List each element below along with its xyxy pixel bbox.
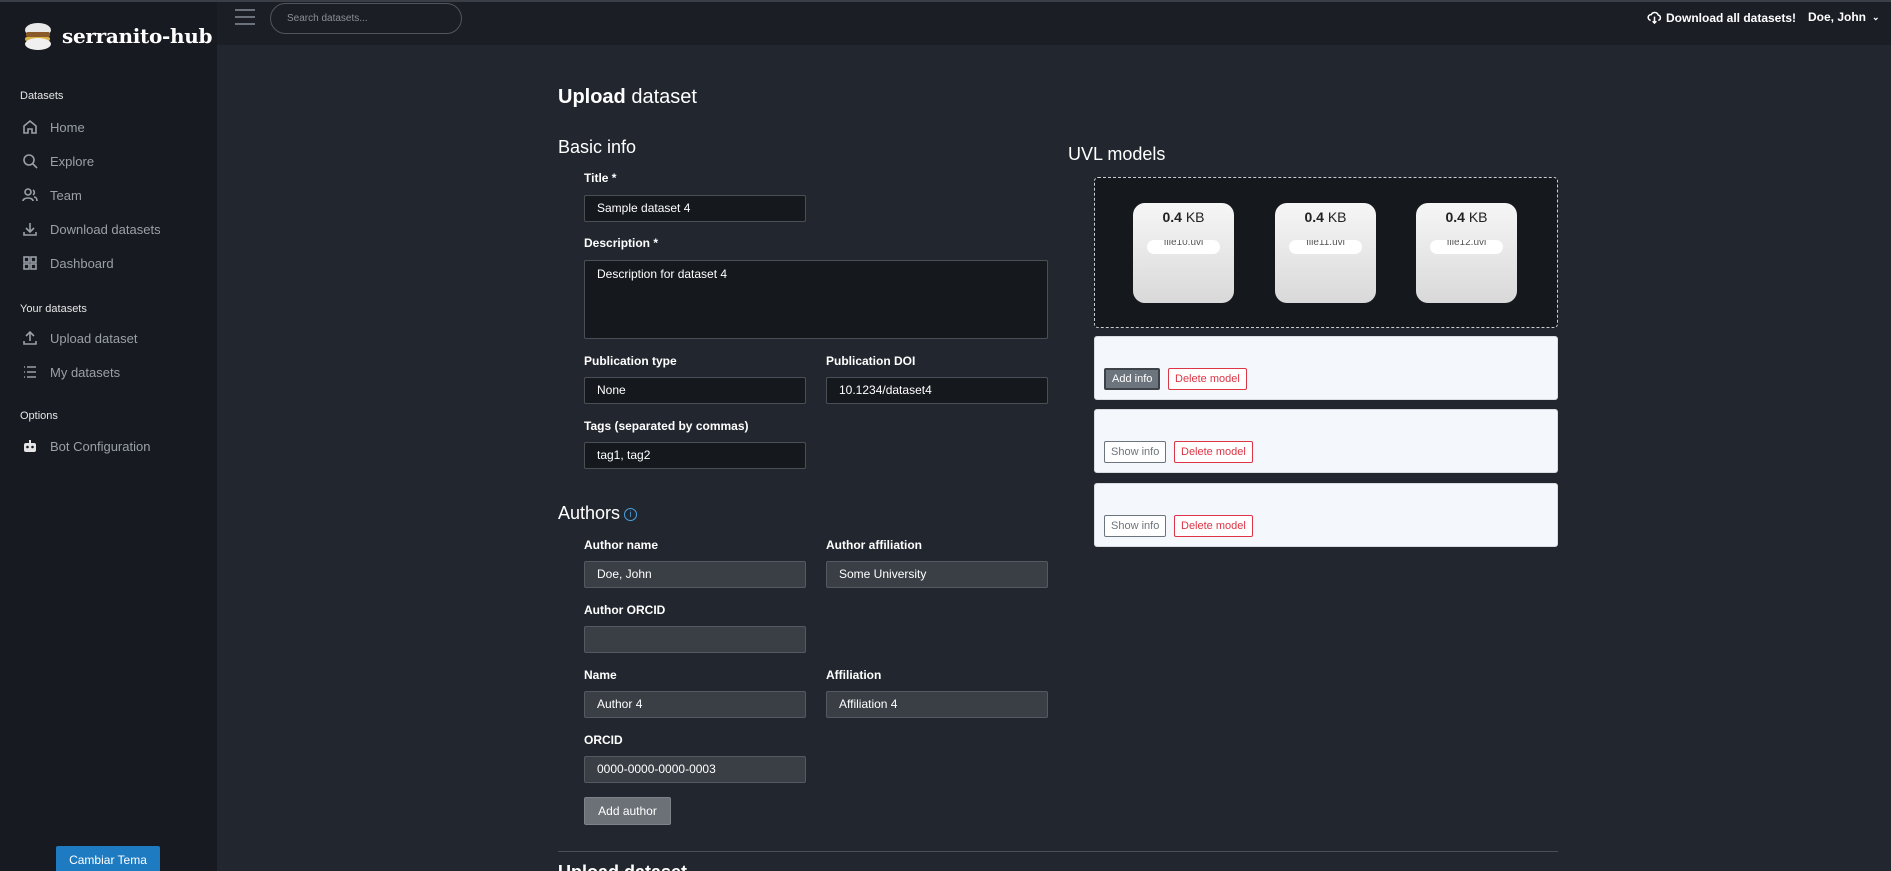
cloud-download-icon (1647, 11, 1662, 25)
download-all-label: Download all datasets! (1666, 10, 1797, 25)
sidebar-item-explore[interactable]: Explore (22, 153, 94, 169)
orcid-label: ORCID (584, 733, 623, 747)
show-info-button[interactable]: Show info (1104, 441, 1167, 463)
description-textarea[interactable]: Description for dataset 4 (584, 260, 1048, 339)
file-preview-card: 0.4 KB file11.uvl (1275, 203, 1376, 303)
search-input[interactable] (270, 3, 462, 34)
name-label: Name (584, 668, 617, 682)
model-name: file10.uvl (1104, 345, 1156, 360)
model-row: file11.uvl Show info Delete model (1094, 409, 1558, 473)
sidebar: serranito-hub Datasets Home Explore Team… (0, 0, 217, 871)
info-icon[interactable]: i (624, 507, 638, 521)
affiliation-label: Affiliation (826, 668, 882, 682)
theme-toggle-button[interactable]: Cambiar Tema (56, 846, 160, 871)
sidebar-item-team[interactable]: Team (22, 187, 82, 203)
section-divider (558, 851, 1558, 852)
publication-doi-label: Publication DOI (826, 354, 916, 368)
download-icon (23, 223, 37, 236)
author-affiliation-label: Author affiliation (826, 538, 922, 552)
sidebar-item-dashboard[interactable]: Dashboard (22, 255, 114, 271)
author-name-label: Author name (584, 538, 659, 552)
upload-icon (23, 330, 37, 345)
delete-model-button[interactable]: Delete model (1174, 515, 1253, 537)
sidebar-item-bot-configuration[interactable]: Bot Configuration (22, 438, 150, 454)
sidebar-item-label: Dashboard (50, 255, 114, 271)
show-info-button[interactable]: Show info (1104, 515, 1167, 537)
tags-input[interactable]: tag1, tag2 (584, 442, 806, 469)
uvl-dropzone[interactable]: 0.4 KB file10.uvl 0.4 KB file11.uvl 0.4 … (1094, 177, 1558, 328)
description-label: Description * (584, 236, 659, 250)
add-author-button[interactable]: Add author (584, 797, 671, 825)
grid-icon (23, 256, 37, 270)
sidebar-item-label: Explore (50, 153, 95, 169)
model-name: file12.uvl (1104, 492, 1156, 507)
affiliation-input[interactable]: Affiliation 4 (826, 691, 1048, 718)
search-icon (23, 154, 38, 169)
sidebar-item-my-datasets[interactable]: My datasets (22, 364, 120, 380)
topbar: Download all datasets! Doe, John ⌄ (217, 0, 1891, 45)
author-affiliation-input[interactable]: Some University (826, 561, 1048, 588)
file-size: 0.4 KB (1162, 209, 1205, 225)
sidebar-section-options: Options (20, 410, 58, 422)
sidebar-item-upload-dataset[interactable]: Upload dataset (22, 330, 137, 346)
file-size: 0.4 KB (1304, 209, 1347, 225)
sidebar-item-label: Home (50, 119, 85, 135)
sidebar-item-download-datasets[interactable]: Download datasets (22, 221, 161, 237)
list-icon (24, 366, 36, 378)
delete-model-button[interactable]: Delete model (1168, 368, 1247, 390)
chevron-down-icon: ⌄ (1872, 11, 1880, 22)
title-input[interactable]: Sample dataset 4 (584, 195, 806, 222)
sidebar-section-your-datasets: Your datasets (20, 303, 87, 315)
brand-name: serranito-hub (62, 24, 213, 48)
publication-doi-input[interactable]: 10.1234/dataset4 (826, 377, 1048, 404)
authors-heading: Authors i (558, 503, 638, 524)
sidebar-item-label: Bot Configuration (50, 438, 151, 454)
sidebar-item-label: Team (50, 187, 82, 203)
author-orcid-input[interactable] (584, 626, 806, 653)
download-all-link[interactable]: Download all datasets! (1647, 10, 1796, 25)
publication-type-select[interactable]: None (584, 377, 806, 404)
sidebar-item-label: Upload dataset (50, 330, 138, 346)
page-title: Upload dataset (558, 86, 697, 108)
name-input[interactable]: Author 4 (584, 691, 806, 718)
model-name: file11.uvl (1104, 418, 1155, 433)
add-info-button[interactable]: Add info (1104, 368, 1161, 390)
home-icon (23, 119, 37, 134)
publication-type-label: Publication type (584, 354, 677, 368)
users-icon (22, 188, 38, 202)
file-name: file10.uvl (1147, 240, 1220, 254)
file-size: 0.4 KB (1445, 209, 1488, 225)
sidebar-section-datasets: Datasets (20, 90, 64, 102)
file-name: file11.uvl (1289, 240, 1362, 254)
basic-info-heading: Basic info (558, 137, 637, 157)
author-orcid-label: Author ORCID (584, 603, 666, 617)
menu-toggle-icon[interactable] (235, 9, 255, 27)
sidebar-item-label: Download datasets (50, 221, 161, 237)
tags-label: Tags (separated by commas) (584, 419, 749, 433)
user-name: Doe, John (1808, 10, 1867, 24)
bot-icon (24, 440, 36, 452)
title-label: Title * (584, 171, 617, 185)
uvl-models-heading: UVL models (1068, 144, 1166, 164)
user-menu[interactable]: Doe, John ⌄ (1808, 10, 1880, 24)
model-row: file10.uvl Add info Delete model (1094, 336, 1558, 400)
file-name: file12.uvl (1430, 240, 1503, 254)
brand[interactable]: serranito-hub (20, 18, 213, 54)
sidebar-item-home[interactable]: Home (22, 119, 85, 135)
logo-icon (25, 23, 51, 50)
orcid-input[interactable]: 0000-0000-0000-0003 (584, 756, 806, 783)
model-row: file12.uvl Show info Delete model (1094, 483, 1558, 547)
sidebar-item-label: My datasets (50, 364, 121, 380)
file-preview-card: 0.4 KB file12.uvl (1416, 203, 1517, 303)
upload-dataset-heading: Upload dataset (558, 862, 687, 871)
file-preview-card: 0.4 KB file10.uvl (1133, 203, 1234, 303)
author-name-input[interactable]: Doe, John (584, 561, 806, 588)
delete-model-button[interactable]: Delete model (1174, 441, 1253, 463)
